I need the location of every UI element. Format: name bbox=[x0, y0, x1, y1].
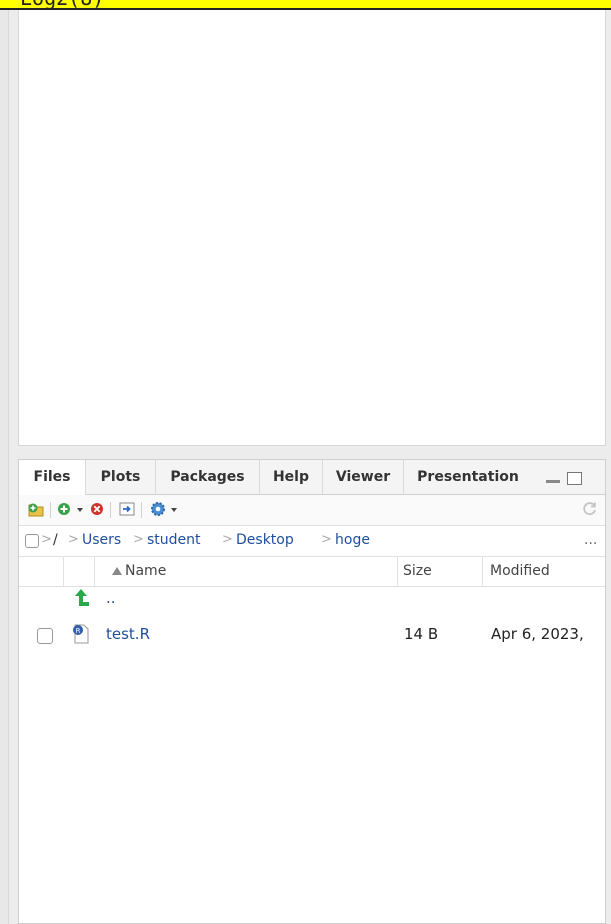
breadcrumb: > / > Users > student > Desktop > hoge .… bbox=[19, 526, 605, 557]
table-row[interactable]: R test.R 14 B Apr 6, 2023, bbox=[19, 622, 605, 652]
left-pane-edge bbox=[0, 10, 9, 924]
breadcrumb-separator: > bbox=[133, 532, 144, 547]
maximize-pane-button[interactable] bbox=[567, 472, 582, 485]
toolbar-separator bbox=[110, 502, 111, 518]
r-script-file-icon: R bbox=[73, 624, 89, 644]
minimize-pane-button[interactable] bbox=[546, 480, 560, 483]
tab-files[interactable]: Files bbox=[19, 460, 86, 495]
tab-plots[interactable]: Plots bbox=[86, 460, 156, 494]
svg-text:R: R bbox=[76, 627, 81, 635]
select-all-checkbox[interactable] bbox=[25, 534, 39, 548]
cutoff-code-text: Log2(8) bbox=[20, 0, 104, 8]
file-select-checkbox[interactable] bbox=[37, 628, 53, 644]
table-row[interactable]: .. bbox=[19, 587, 605, 617]
toolbar-separator bbox=[50, 502, 51, 518]
column-name-header[interactable]: Name bbox=[125, 557, 166, 586]
file-size: 14 B bbox=[404, 625, 439, 643]
upper-pane[interactable] bbox=[18, 10, 606, 446]
breadcrumb-separator: > bbox=[321, 532, 332, 547]
new-folder-icon[interactable] bbox=[27, 500, 45, 518]
tab-viewer[interactable]: Viewer bbox=[323, 460, 404, 494]
column-size-header[interactable]: Size bbox=[403, 557, 432, 586]
tab-help[interactable]: Help bbox=[260, 460, 323, 494]
gear-icon[interactable] bbox=[149, 500, 167, 518]
files-toolbar bbox=[19, 495, 605, 526]
toolbar-separator bbox=[141, 502, 142, 518]
delete-icon[interactable] bbox=[88, 500, 106, 518]
go-up-arrow-icon bbox=[75, 589, 89, 606]
new-blank-file-icon[interactable] bbox=[55, 500, 73, 518]
tab-packages[interactable]: Packages bbox=[156, 460, 260, 494]
column-divider bbox=[397, 557, 398, 586]
files-pane: Files Plots Packages Help Viewer Present… bbox=[18, 459, 606, 924]
cutoff-banner: Log2(8) bbox=[0, 0, 611, 10]
sort-ascending-icon bbox=[112, 567, 122, 575]
breadcrumb-users[interactable]: Users bbox=[82, 532, 121, 548]
refresh-icon[interactable] bbox=[581, 500, 599, 518]
breadcrumb-hoge[interactable]: hoge bbox=[335, 532, 370, 548]
chevron-down-icon[interactable] bbox=[171, 508, 177, 512]
column-divider bbox=[94, 557, 95, 586]
column-modified-header[interactable]: Modified bbox=[490, 557, 550, 586]
pane-tabbar: Files Plots Packages Help Viewer Present… bbox=[19, 460, 605, 495]
tab-presentation[interactable]: Presentation bbox=[404, 460, 532, 494]
rename-icon[interactable] bbox=[118, 500, 136, 518]
breadcrumb-more-button[interactable]: ... bbox=[584, 532, 597, 548]
chevron-down-icon[interactable] bbox=[77, 508, 83, 512]
column-divider bbox=[482, 557, 483, 586]
breadcrumb-separator: > bbox=[68, 532, 79, 547]
file-list-header: Name Size Modified bbox=[19, 557, 605, 587]
parent-directory-link[interactable]: .. bbox=[106, 589, 116, 607]
file-name-link[interactable]: test.R bbox=[106, 625, 150, 643]
file-modified: Apr 6, 2023, bbox=[491, 625, 584, 643]
breadcrumb-separator: > bbox=[222, 532, 233, 547]
breadcrumb-separator: > bbox=[41, 532, 52, 547]
column-divider bbox=[63, 557, 64, 586]
breadcrumb-root[interactable]: / bbox=[53, 532, 58, 548]
breadcrumb-student[interactable]: student bbox=[147, 532, 201, 548]
breadcrumb-desktop[interactable]: Desktop bbox=[236, 532, 294, 548]
